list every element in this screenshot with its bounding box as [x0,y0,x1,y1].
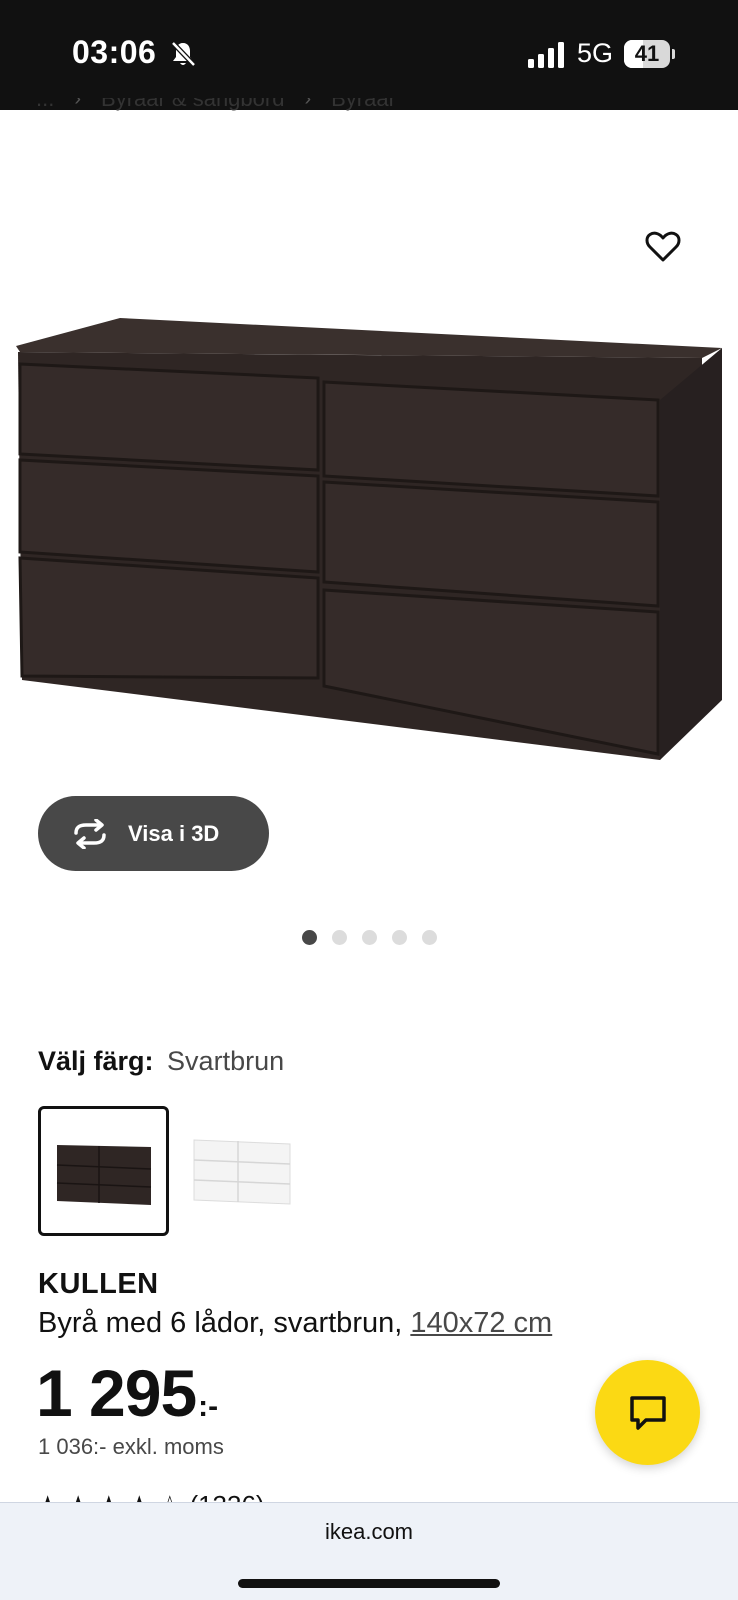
chat-bubble-icon [629,1395,666,1430]
product-image-dresser[interactable] [0,300,738,770]
breadcrumb-item-dressers-nightstands[interactable]: Byråar & sängbord [101,98,284,112]
status-bar: 03:06 5G 41 [0,0,738,110]
product-description: Byrå med 6 lådor, svartbrun, 140x72 cm [38,1307,552,1340]
battery-icon: 41 [624,40,675,68]
chat-button[interactable] [595,1360,700,1465]
carousel-dots [302,930,437,945]
color-value: Svartbrun [167,1046,285,1076]
product-name: KULLEN [38,1268,159,1300]
url-domain[interactable]: ikea.com [0,1519,738,1545]
color-swatch-black-brown[interactable] [38,1106,169,1236]
favorite-button[interactable] [640,224,686,270]
cellular-signal-icon [528,42,564,68]
heart-icon [645,231,681,262]
carousel-dot[interactable] [332,930,347,945]
product-description-text: Byrå med 6 lådor, svartbrun, [38,1307,411,1339]
carousel-dot[interactable] [422,930,437,945]
network-type: 5G [577,38,614,68]
breadcrumb: ... › Byråar & sängbord › Byråar [36,98,396,122]
home-indicator [238,1579,500,1588]
browser-url-bar[interactable]: ikea.com [0,1502,738,1600]
dresser-thumbnail-white [193,1139,291,1205]
battery-level: 41 [634,41,660,66]
rating-count: (1336) [189,1492,264,1502]
product-price: 1 295 :- [36,1355,218,1431]
price-amount: 1 295 [36,1356,197,1430]
carousel-dot[interactable] [302,930,317,945]
price-suffix: :- [198,1390,219,1423]
dresser-thumbnail-black-brown [56,1145,152,1205]
color-heading: Välj färg: Svartbrun [38,1046,284,1077]
rating-row[interactable]: ★ ★ ★ ★ ☆ (1336) [36,1492,336,1502]
color-label: Välj färg: [38,1046,154,1076]
carousel-dot[interactable] [392,930,407,945]
rating-stars: ★ ★ ★ ★ ☆ [36,1492,181,1502]
breadcrumb-item-dressers[interactable]: Byråar [331,98,396,112]
chevron-right-icon: › [74,98,82,110]
breadcrumb-ellipsis[interactable]: ... [36,98,54,112]
status-time: 03:06 [72,34,157,70]
chevron-right-icon: › [304,98,312,110]
view-in-3d-button[interactable]: Visa i 3D [38,796,269,871]
bell-slash-icon [171,41,196,67]
rotate-arrows-icon [74,818,106,849]
carousel-dot[interactable] [362,930,377,945]
color-swatch-white[interactable] [184,1106,315,1236]
view-in-3d-label: Visa i 3D [128,820,220,846]
product-page: 03:06 5G 41 ... › Byråar & sängbord › By… [0,0,738,1600]
price-excl-vat: 1 036:- exkl. moms [38,1434,224,1459]
product-dimensions-link[interactable]: 140x72 cm [410,1307,552,1339]
